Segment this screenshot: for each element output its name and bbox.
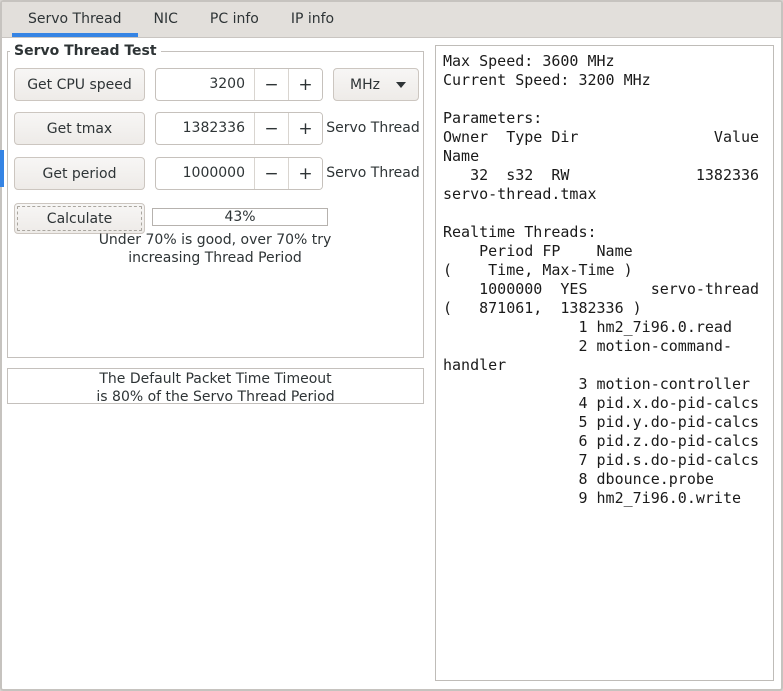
tmax-increment-button[interactable]: +: [288, 113, 322, 144]
tab-ip-info-label: IP info: [290, 11, 335, 27]
period-spinbox: 1000000 − +: [155, 157, 323, 190]
cpu-speed-decrement-button[interactable]: −: [254, 69, 288, 100]
accent-strip: [0, 150, 4, 187]
period-decrement-button[interactable]: −: [254, 158, 288, 189]
cpu-speed-value[interactable]: 3200: [156, 69, 254, 100]
tab-pc-info-label: PC info: [209, 11, 259, 27]
cpu-speed-increment-button[interactable]: +: [288, 69, 322, 100]
timeout-text: The Default Packet Time Timeout is 80% o…: [8, 370, 423, 406]
tab-servo-thread-label: Servo Thread: [28, 11, 122, 27]
tmax-value[interactable]: 1382336: [156, 113, 254, 144]
timeout-frame: The Default Packet Time Timeout is 80% o…: [7, 368, 424, 406]
active-tab-indicator: [12, 33, 138, 37]
tab-nic[interactable]: NIC: [138, 2, 194, 37]
servo-frame-title: Servo Thread Test: [10, 44, 161, 59]
hint-text: Under 70% is good, over 70% try increasi…: [7, 231, 423, 267]
calculate-button[interactable]: Calculate: [14, 203, 145, 234]
speed-unit-label: MHz: [350, 76, 380, 93]
hint-line-1: Under 70% is good, over 70% try: [98, 232, 332, 248]
get-tmax-button[interactable]: Get tmax: [14, 112, 145, 145]
tab-servo-thread[interactable]: Servo Thread: [12, 2, 138, 37]
period-value[interactable]: 1000000: [156, 158, 254, 189]
period-increment-button[interactable]: +: [288, 158, 322, 189]
timeout-line-2: is 80% of the Servo Thread Period: [96, 389, 335, 405]
tmax-spinbox: 1382336 − +: [155, 112, 323, 145]
timeout-line-1: The Default Packet Time Timeout: [99, 371, 332, 387]
tab-ip-info[interactable]: IP info: [275, 2, 350, 37]
percent-field[interactable]: 43%: [152, 208, 328, 226]
hint-line-2: increasing Thread Period: [128, 250, 302, 266]
get-period-button[interactable]: Get period: [14, 157, 145, 190]
tab-nic-label: NIC: [153, 11, 178, 27]
chevron-down-icon: [396, 81, 406, 88]
cpu-speed-spinbox: 3200 − +: [155, 68, 323, 101]
period-thread-label: Servo Thread: [326, 165, 420, 181]
get-cpu-speed-button[interactable]: Get CPU speed: [14, 68, 145, 101]
tab-bar: Servo Thread NIC PC info IP info: [2, 2, 781, 38]
tmax-thread-label: Servo Thread: [326, 120, 420, 136]
app-window: Servo Thread NIC PC info IP info Servo T…: [0, 0, 783, 691]
tab-pc-info[interactable]: PC info: [194, 2, 275, 37]
output-text: Max Speed: 3600 MHz Current Speed: 3200 …: [443, 52, 760, 507]
speed-unit-combo[interactable]: MHz: [333, 68, 419, 101]
tmax-decrement-button[interactable]: −: [254, 113, 288, 144]
output-panel: Max Speed: 3600 MHz Current Speed: 3200 …: [435, 45, 774, 681]
